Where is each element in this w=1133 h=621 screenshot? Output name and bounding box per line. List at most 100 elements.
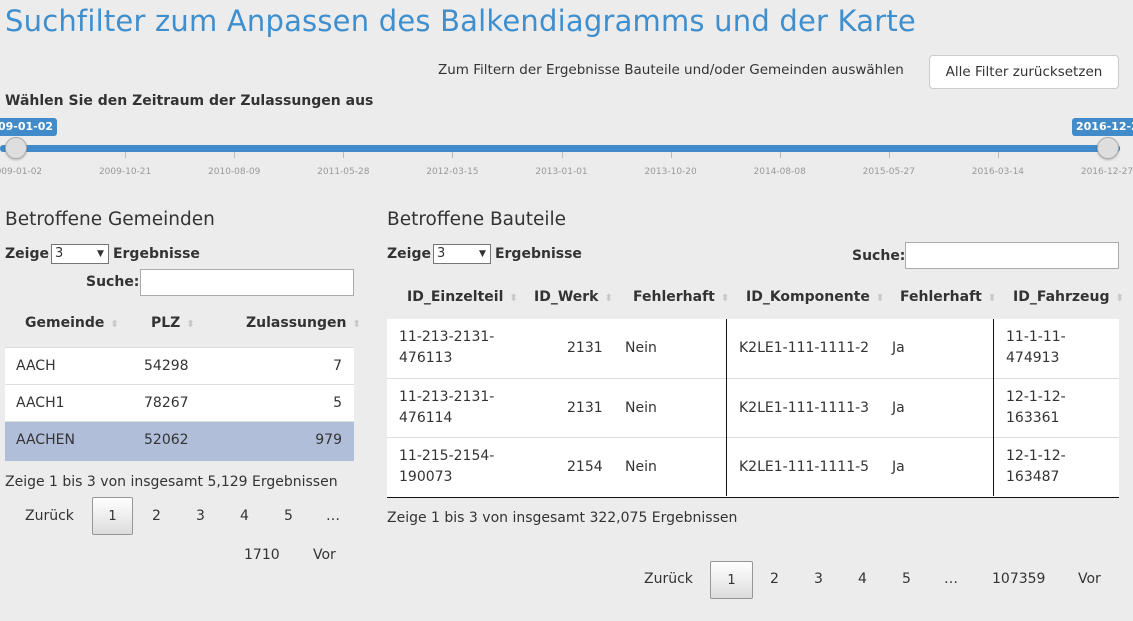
cell-id-werk: 2154 bbox=[567, 459, 603, 475]
pagination-page[interactable]: 5 bbox=[284, 508, 293, 524]
col-header-fehlerhaft-1[interactable]: Fehlerhaft ⬍ bbox=[633, 289, 729, 305]
cell-id-fahrzeug: 11-1-11- bbox=[1006, 329, 1066, 345]
cell-fehlerhaft-1: Nein bbox=[625, 340, 657, 356]
table-row[interactable]: 11-213-2131- 476114 2131 Nein K2LE1-111-… bbox=[387, 378, 1119, 438]
col-header-id-einzelteil[interactable]: ID_Einzelteil ⬍ bbox=[407, 289, 518, 305]
pagination-next[interactable]: Vor bbox=[1078, 571, 1101, 587]
pagination-page[interactable]: 2 bbox=[770, 571, 779, 587]
gemeinden-length-select[interactable]: 3 ▼ bbox=[50, 244, 109, 264]
slider-tick-label: 2011-05-28 bbox=[317, 167, 370, 177]
bauteile-search-input[interactable] bbox=[905, 242, 1119, 269]
slider-tick bbox=[234, 152, 236, 158]
cell-plz: 54298 bbox=[144, 358, 189, 374]
pagination-page-current[interactable]: 1 bbox=[710, 561, 753, 599]
cell-fehlerhaft-1: Nein bbox=[625, 400, 657, 416]
gemeinden-search-label: Suche: bbox=[86, 274, 140, 290]
slider-from-handle[interactable] bbox=[5, 137, 27, 159]
column-divider bbox=[993, 319, 994, 496]
slider-track[interactable] bbox=[0, 145, 1120, 152]
page-title: Suchfilter zum Anpassen des Balkendiagra… bbox=[5, 4, 916, 38]
col-header-fehlerhaft-2[interactable]: Fehlerhaft ⬍ bbox=[900, 289, 996, 305]
table-row-selected[interactable]: AACHEN 52062 979 bbox=[5, 421, 354, 461]
slider-tick-label: 2010-08-09 bbox=[208, 167, 261, 177]
bauteile-table-info: Zeige 1 bis 3 von insgesamt 322,075 Erge… bbox=[387, 510, 738, 526]
bauteile-search-label: Suche: bbox=[852, 248, 906, 264]
slider-tick-label: 2012-03-15 bbox=[426, 167, 479, 177]
slider-tick bbox=[561, 152, 563, 158]
col-header-id-fahrzeug[interactable]: ID_Fahrzeug ⬍ bbox=[1013, 289, 1124, 305]
table-row[interactable]: 11-215-2154- 190073 2154 Nein K2LE1-111-… bbox=[387, 437, 1119, 498]
pagination-prev[interactable]: Zurück bbox=[25, 508, 74, 524]
pagination-ellipsis: … bbox=[944, 571, 958, 587]
slider-tick-label: 2013-01-01 bbox=[535, 167, 588, 177]
bauteile-heading: Betroffene Bauteile bbox=[387, 209, 567, 230]
gemeinden-length-control: Zeige 3 ▼ Ergebnisse bbox=[5, 244, 200, 264]
slider-to-bubble: 2016-12-27 bbox=[1072, 118, 1133, 136]
cell-fehlerhaft-2: Ja bbox=[892, 459, 905, 475]
cell-id-einzelteil: 11-215-2154- bbox=[399, 448, 495, 464]
cell-plz: 52062 bbox=[144, 432, 189, 448]
cell-fehlerhaft-2: Ja bbox=[892, 400, 905, 416]
pagination-page[interactable]: 2 bbox=[152, 508, 161, 524]
gemeinden-search-input[interactable] bbox=[140, 269, 354, 296]
cell-id-komponente: K2LE1-111-1111-5 bbox=[739, 459, 870, 475]
cell-zulassungen: 7 bbox=[333, 358, 342, 374]
cell-id-komponente: K2LE1-111-1111-2 bbox=[739, 340, 870, 356]
cell-id-fahrzeug-2: 474913 bbox=[1006, 350, 1060, 366]
col-header-gemeinde[interactable]: Gemeinde ⬍ bbox=[25, 315, 119, 331]
table-row[interactable]: AACH 54298 7 bbox=[5, 347, 354, 385]
length-value: 3 bbox=[54, 246, 64, 261]
pagination-page-last[interactable]: 107359 bbox=[992, 571, 1045, 587]
cell-fehlerhaft-1: Nein bbox=[625, 459, 657, 475]
slider-tick bbox=[670, 152, 672, 158]
col-header-zulassungen[interactable]: Zulassungen ⬍ bbox=[246, 315, 361, 331]
slider-tick-label: 2014-08-08 bbox=[753, 167, 806, 177]
length-value: 3 bbox=[436, 246, 446, 261]
cell-id-fahrzeug-2: 163361 bbox=[1006, 410, 1060, 426]
cell-id-fahrzeug: 12-1-12- bbox=[1006, 448, 1066, 464]
slider-tick bbox=[452, 152, 454, 158]
bauteile-length-select[interactable]: 3 ▼ bbox=[432, 244, 491, 264]
cell-zulassungen: 979 bbox=[315, 432, 342, 448]
cell-id-werk: 2131 bbox=[567, 400, 603, 416]
pagination-page[interactable]: 5 bbox=[902, 571, 911, 587]
gemeinden-heading: Betroffene Gemeinden bbox=[5, 209, 215, 230]
pagination-page-last[interactable]: 1710 bbox=[244, 547, 280, 563]
pagination-ellipsis: … bbox=[326, 508, 340, 524]
length-suffix: Ergebnisse bbox=[494, 246, 582, 262]
pagination-page[interactable]: 4 bbox=[240, 508, 249, 524]
length-prefix: Zeige bbox=[5, 246, 49, 262]
slider-tick-label: 2009-10-21 bbox=[98, 167, 152, 177]
table-row[interactable]: AACH1 78267 5 bbox=[5, 384, 354, 422]
slider-tick bbox=[997, 152, 999, 158]
slider-tick-label: 2013-10-20 bbox=[644, 167, 697, 177]
col-header-id-komponente[interactable]: ID_Komponente ⬍ bbox=[746, 289, 884, 305]
slider-tick-label: 2009-01-02 bbox=[0, 167, 43, 177]
slider-tick bbox=[343, 152, 345, 158]
col-header-id-werk[interactable]: ID_Werk ⬍ bbox=[534, 289, 613, 305]
slider-tick-label: 2016-12-27 bbox=[1080, 167, 1133, 177]
table-row[interactable]: 11-213-2131- 476113 2131 Nein K2LE1-111-… bbox=[387, 319, 1119, 378]
date-range-label: Wählen Sie den Zeitraum der Zulassungen … bbox=[5, 93, 374, 109]
length-prefix: Zeige bbox=[387, 246, 431, 262]
length-suffix: Ergebnisse bbox=[112, 246, 200, 262]
gemeinden-table-info: Zeige 1 bis 3 von insgesamt 5,129 Ergebn… bbox=[5, 474, 338, 490]
pagination-page[interactable]: 4 bbox=[858, 571, 867, 587]
cell-gemeinde: AACHEN bbox=[16, 432, 75, 448]
pagination-prev[interactable]: Zurück bbox=[644, 571, 693, 587]
cell-gemeinde: AACH bbox=[16, 358, 56, 374]
pagination-page-current[interactable]: 1 bbox=[92, 497, 133, 535]
reset-filters-button[interactable]: Alle Filter zurücksetzen bbox=[929, 55, 1119, 89]
slider-tick bbox=[888, 152, 890, 158]
slider-tick bbox=[125, 152, 127, 158]
cell-id-fahrzeug: 12-1-12- bbox=[1006, 389, 1066, 405]
pagination-page[interactable]: 3 bbox=[814, 571, 823, 587]
slider-to-handle[interactable] bbox=[1097, 137, 1119, 159]
pagination-page[interactable]: 3 bbox=[196, 508, 205, 524]
chevron-down-icon: ▼ bbox=[97, 249, 104, 259]
cell-id-werk: 2131 bbox=[567, 340, 603, 356]
cell-id-einzelteil-2: 190073 bbox=[399, 469, 453, 485]
pagination-next[interactable]: Vor bbox=[313, 547, 336, 563]
col-header-plz[interactable]: PLZ ⬍ bbox=[151, 315, 195, 331]
filter-hint: Zum Filtern der Ergebnisse Bauteile und/… bbox=[438, 62, 904, 78]
